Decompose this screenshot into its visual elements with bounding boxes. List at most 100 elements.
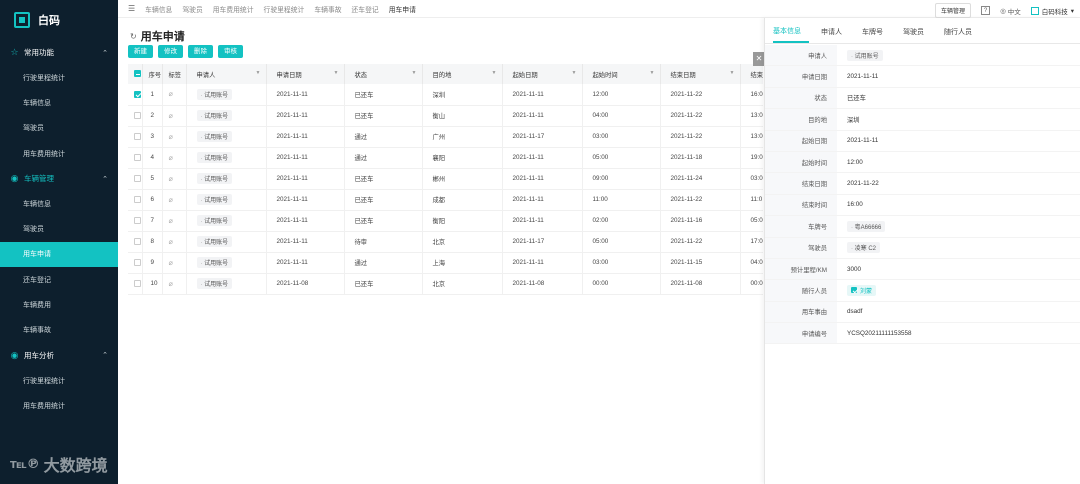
row-checkbox[interactable] (134, 216, 141, 224)
row-checkbox-cell[interactable] (128, 84, 143, 106)
paperclip-icon[interactable]: ⌀ (169, 91, 173, 98)
table-row[interactable]: 2⌀试用账号2021-11-11已还车衡山2021-11-1104:002021… (128, 105, 763, 127)
top-nav-tab[interactable]: 还车登记 (352, 4, 379, 14)
sidebar-item[interactable]: 还车登记 (0, 267, 118, 292)
row-checkbox-cell[interactable] (128, 147, 143, 169)
sidebar-item[interactable]: 用车费用统计 (0, 393, 118, 418)
row-checkbox-cell[interactable] (128, 105, 143, 127)
applicant-tag[interactable]: 试用账号 (196, 215, 233, 226)
row-checkbox[interactable] (134, 258, 141, 266)
sidebar-item[interactable]: 车辆事故 (0, 318, 118, 343)
detail-field-tag[interactable]: 凌寒 C2 (847, 242, 881, 254)
column-header[interactable]: 申请日期 ▼ (266, 64, 345, 84)
row-checkbox-cell[interactable] (128, 252, 143, 274)
top-nav-tab[interactable]: 用车费用统计 (213, 4, 254, 14)
paperclip-icon[interactable]: ⌀ (169, 176, 173, 183)
paperclip-icon[interactable]: ⌀ (169, 155, 173, 162)
refresh-icon[interactable]: ↻ (130, 32, 137, 41)
row-checkbox[interactable] (134, 174, 141, 182)
sidebar-group-2[interactable]: ◉ 用车分析 ⌃ (0, 343, 118, 368)
paperclip-icon[interactable]: ⌀ (169, 239, 173, 246)
top-nav-tab[interactable]: 行驶里程统计 (264, 4, 305, 14)
column-header[interactable]: 目的地 ▼ (422, 64, 503, 84)
detail-field-tag[interactable]: 粤A66666 (847, 220, 886, 232)
table-row[interactable]: 4⌀试用账号2021-11-11通过襄阳2021-11-1105:002021-… (128, 147, 763, 169)
applicant-tag[interactable]: 试用账号 (196, 194, 233, 205)
row-checkbox-cell[interactable] (128, 126, 143, 148)
sort-caret-icon[interactable]: ▼ (572, 70, 577, 76)
row-checkbox-cell[interactable] (128, 231, 143, 253)
sort-caret-icon[interactable]: ▼ (412, 70, 417, 76)
table-row[interactable]: 7⌀试用账号2021-11-11已还车衡阳2021-11-1102:002021… (128, 210, 763, 232)
row-checkbox[interactable] (134, 90, 141, 98)
sidebar-item[interactable]: 车辆信息 (0, 191, 118, 216)
detail-field-tag[interactable]: 试用账号 (847, 49, 883, 61)
delete-button[interactable]: 删除 (188, 45, 213, 58)
sort-caret-icon[interactable]: ▼ (492, 70, 497, 76)
sidebar-item[interactable]: 驾驶员 (0, 116, 118, 141)
paperclip-icon[interactable]: ⌀ (169, 113, 173, 120)
applicant-tag[interactable]: 试用账号 (196, 257, 233, 268)
panel-tab[interactable]: 车牌号 (862, 27, 891, 43)
column-header[interactable]: 结束日期 ▼ (660, 64, 741, 84)
sidebar-item[interactable]: 车辆信息 (0, 90, 118, 115)
table-row[interactable]: 5⌀试用账号2021-11-11已还车郴州2021-11-1109:002021… (128, 168, 763, 190)
row-checkbox-cell[interactable] (128, 273, 143, 295)
row-checkbox-cell[interactable] (128, 210, 143, 232)
sort-caret-icon[interactable]: ▼ (334, 70, 339, 76)
table-row[interactable]: 8 ⌀ 试用账号 2021-11-11待审北京2021-11-1705:002021-… (128, 231, 763, 253)
column-header[interactable]: 起始时间 ▼ (582, 64, 661, 84)
top-nav-tab[interactable]: 车辆信息 (145, 4, 172, 14)
sidebar-item[interactable]: 行驶里程统计 (0, 65, 118, 90)
sort-caret-icon[interactable]: ▼ (650, 70, 655, 76)
panel-tab[interactable]: 基本信息 (773, 26, 809, 43)
column-header[interactable]: 状态 ▼ (344, 64, 423, 84)
applicant-tag[interactable]: 试用账号 (196, 173, 233, 184)
applicant-tag[interactable]: 试用账号 (196, 88, 233, 100)
companion-chip[interactable]: 刘蒙 (847, 284, 877, 296)
paperclip-icon[interactable]: ⌀ (169, 260, 173, 267)
table-row[interactable]: 3 ⌀ 试用账号 2021-11-11通过广州2021-11-1703:002021-… (128, 126, 763, 148)
applicant-tag[interactable]: 试用账号 (196, 152, 233, 163)
table-row[interactable]: 1⌀试用账号2021-11-11已还车深圳2021-11-1112:002021… (128, 84, 763, 106)
approve-button[interactable]: 审核 (218, 45, 243, 58)
top-nav-tab[interactable]: 车辆事故 (314, 4, 341, 14)
panel-tab[interactable]: 驾驶员 (903, 27, 932, 43)
top-nav-tab[interactable]: 用车申请 (389, 4, 416, 14)
org-switch[interactable]: 白码科技 ▾ (1030, 6, 1074, 16)
row-checkbox[interactable] (134, 195, 141, 203)
column-header[interactable]: 标签 (162, 64, 187, 84)
row-checkbox[interactable] (134, 111, 141, 119)
table-row[interactable]: 6⌀试用账号2021-11-11已还车成都2021-11-1111:002021… (128, 189, 763, 211)
top-nav-tab[interactable]: 驾驶员 (182, 4, 202, 14)
row-checkbox[interactable] (134, 237, 141, 245)
paperclip-icon[interactable]: ⌀ (169, 281, 173, 288)
sort-caret-icon[interactable]: ▼ (730, 70, 735, 76)
paperclip-icon[interactable]: ⌀ (169, 197, 173, 204)
paperclip-icon[interactable]: ⌀ (169, 218, 173, 225)
select-all-checkbox[interactable] (134, 70, 141, 78)
sidebar-item[interactable]: 用车申请 (0, 241, 118, 268)
help-icon[interactable]: ? (981, 6, 991, 15)
column-header[interactable]: 结束时间▼ (740, 64, 763, 84)
row-checkbox-cell[interactable] (128, 189, 143, 211)
row-checkbox[interactable] (134, 132, 141, 140)
language-switch[interactable]: ◎ 中文 (1000, 6, 1021, 16)
sidebar-item[interactable]: 车辆费用 (0, 292, 118, 317)
paperclip-icon[interactable]: ⌀ (169, 134, 173, 141)
sidebar-item[interactable]: 驾驶员 (0, 216, 118, 241)
vehicle-management-button[interactable]: 车辆管理 (935, 3, 972, 18)
column-header[interactable]: 序号 (142, 64, 163, 84)
column-header[interactable]: 起始日期 ▼ (502, 64, 583, 84)
row-checkbox[interactable] (134, 153, 141, 161)
edit-button[interactable]: 修改 (158, 45, 183, 58)
table-row[interactable]: 9⌀试用账号2021-11-11通过上海2021-11-1103:002021-… (128, 252, 763, 274)
sidebar-item[interactable]: 用车费用统计 (0, 141, 118, 166)
sidebar-group-1[interactable]: ◉ 车辆管理 ⌃ (0, 166, 118, 191)
applicant-tag[interactable]: 试用账号 (196, 131, 233, 142)
select-all-checkbox-cell[interactable] (128, 64, 143, 84)
new-button[interactable]: 新建 (128, 45, 153, 58)
table-row[interactable]: 10⌀试用账号2021-11-08已还车北京2021-11-0800:00202… (128, 273, 763, 295)
applicant-tag[interactable]: 试用账号 (196, 278, 233, 289)
sort-caret-icon[interactable]: ▼ (256, 70, 261, 76)
